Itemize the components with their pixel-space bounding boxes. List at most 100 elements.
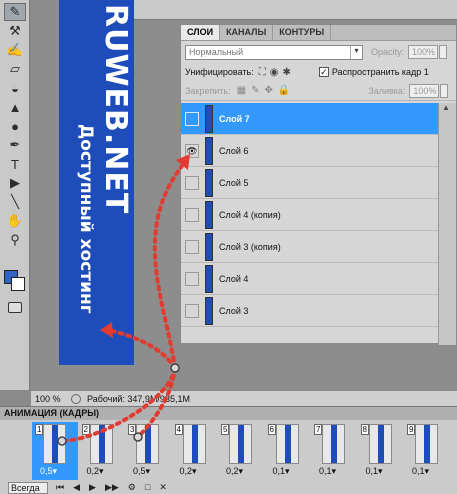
eye-icon[interactable] — [185, 175, 199, 190]
play-icon[interactable]: ▶ — [89, 482, 96, 493]
eye-icon[interactable] — [185, 239, 199, 254]
frame-thumbnail-banner — [331, 425, 337, 463]
frame-delay-select[interactable]: 0,1▾ — [366, 466, 383, 477]
lock-all-icon[interactable]: 🔒 — [278, 85, 290, 96]
prev-frame-icon[interactable]: ◀ — [73, 482, 80, 493]
tab-layers[interactable]: СЛОИ — [181, 25, 221, 40]
frame-number: 1 — [35, 424, 44, 435]
frame-delay-select[interactable]: 0,2▾ — [226, 466, 243, 477]
frame-thumbnail — [275, 424, 299, 464]
frame-delay-select[interactable]: 0,2▾ — [87, 466, 104, 477]
new-frame-icon[interactable]: □ — [145, 482, 150, 493]
layer-thumbnail — [205, 232, 213, 261]
quick-mask-icon[interactable] — [8, 302, 22, 313]
animation-frame[interactable]: 1 0,5▾ — [32, 422, 78, 480]
lock-position-icon[interactable]: ✥ — [264, 85, 272, 96]
status-info: Рабочий: 347,9M/935,1M — [87, 393, 190, 404]
layer-row[interactable]: Слой 3 (копия) — [181, 231, 438, 263]
animation-frame[interactable]: 6 0,1▾ — [265, 422, 311, 480]
eye-icon[interactable] — [185, 271, 199, 286]
tween-icon[interactable]: ⚙ — [128, 482, 136, 493]
frame-thumbnail — [415, 424, 438, 464]
animation-frame[interactable]: 3 0,5▾ — [125, 422, 171, 480]
fill-arrow-icon[interactable] — [440, 83, 449, 98]
frame-thumbnail-banner — [377, 425, 384, 463]
stamp-icon[interactable]: ⚒ — [4, 22, 26, 40]
lock-row: Закрепить: ▦ ✎ ✥ 🔒 Заливка: 100% — [181, 81, 456, 101]
animation-frame[interactable]: 9 0,1▾ — [404, 422, 450, 480]
frame-number: 3 — [128, 424, 137, 435]
frame-number: 5 — [221, 424, 230, 435]
delete-frame-icon[interactable]: ✕ — [159, 482, 167, 493]
eye-icon[interactable]: 👁 — [185, 143, 199, 158]
eye-icon[interactable] — [185, 111, 199, 126]
zoom-icon[interactable]: ⚲ — [4, 231, 26, 249]
first-frame-icon[interactable]: ⏮ — [56, 482, 64, 493]
animation-controls: Всегда ⏮ ◀ ▶ ▶▶ ⚙ □ ✕ — [0, 480, 457, 494]
fill-label: Заливка: — [368, 85, 406, 96]
frame-number: 7 — [314, 424, 323, 435]
layers-tabs: СЛОИ КАНАЛЫ КОНТУРЫ — [181, 25, 456, 41]
layer-row[interactable]: Слой 5 — [181, 167, 438, 199]
line-icon[interactable]: ╲ — [4, 193, 26, 211]
blend-mode-select[interactable]: Нормальный ▾ — [185, 44, 363, 60]
propagate-checkbox[interactable]: ✓ — [318, 67, 329, 77]
layer-row[interactable]: Слой 4 (копия) — [181, 199, 438, 231]
lock-transparency-icon[interactable]: ▦ — [237, 85, 246, 96]
layer-thumbnail — [205, 200, 213, 229]
background-color-swatch[interactable] — [11, 277, 25, 291]
eraser-icon[interactable]: ▱ — [4, 60, 26, 78]
animation-frame[interactable]: 7 0,1▾ — [311, 422, 357, 480]
animation-frame[interactable]: 2 0,2▾ — [79, 422, 125, 480]
frame-thumbnail-banner — [238, 425, 244, 463]
animation-frame[interactable]: 4 0,2▾ — [172, 422, 218, 480]
tab-paths[interactable]: КОНТУРЫ — [273, 25, 332, 40]
status-menu-icon[interactable] — [71, 393, 81, 404]
fill-field[interactable]: 100% — [409, 83, 440, 98]
layer-row[interactable]: Слой 4 — [181, 263, 438, 295]
unify-style-icon[interactable]: ✱ — [282, 67, 290, 78]
tab-channels[interactable]: КАНАЛЫ — [220, 25, 274, 40]
layers-scrollbar[interactable]: ▲ — [438, 103, 456, 345]
eye-icon[interactable] — [185, 303, 199, 318]
eye-icon[interactable] — [185, 207, 199, 222]
animation-frame[interactable]: 8 0,1▾ — [358, 422, 404, 480]
frame-delay-select[interactable]: 0,5▾ — [40, 466, 57, 477]
history-brush-icon[interactable]: ✍ — [4, 41, 26, 59]
frame-delay-select[interactable]: 0,1▾ — [319, 466, 336, 477]
layer-name: Слой 7 — [219, 113, 250, 124]
layer-row[interactable]: Слой 3 — [181, 295, 438, 327]
next-frame-icon[interactable]: ▶▶ — [105, 482, 119, 493]
lock-pixels-icon[interactable]: ✎ — [251, 85, 259, 96]
scroll-up-icon[interactable]: ▲ — [442, 103, 450, 112]
type-icon[interactable]: T — [4, 155, 26, 173]
layer-name: Слой 3 — [219, 305, 249, 316]
lock-label: Закрепить: — [185, 85, 231, 96]
opacity-field[interactable]: 100% — [408, 45, 439, 59]
frame-thumbnail — [368, 424, 392, 464]
layer-row[interactable]: 👁 Слой 6 — [181, 135, 438, 167]
paint-bucket-icon[interactable]: ◒ — [4, 79, 26, 97]
zoom-level[interactable]: 100 % — [35, 394, 71, 404]
blur-icon[interactable]: ▲ — [4, 98, 26, 116]
frame-delay-select[interactable]: 0,2▾ — [180, 466, 197, 477]
path-select-icon[interactable]: ▶ — [4, 174, 26, 192]
animation-frame[interactable]: 5 0,2▾ — [218, 422, 264, 480]
opacity-arrow-icon[interactable] — [439, 45, 448, 59]
pen-icon[interactable]: ✒ — [4, 136, 26, 154]
layer-name: Слой 4 — [219, 273, 249, 284]
frame-delay-select[interactable]: 0,5▾ — [133, 466, 150, 477]
frame-delay-select[interactable]: 0,1▾ — [273, 466, 290, 477]
brush-icon[interactable]: ✎ — [4, 3, 26, 21]
dodge-icon[interactable]: ● — [4, 117, 26, 135]
layer-name: Слой 6 — [219, 145, 249, 156]
unify-position-icon[interactable]: ⛶ — [259, 67, 266, 78]
frame-thumbnail-banner — [284, 425, 291, 463]
loop-select[interactable]: Всегда — [8, 481, 48, 494]
hand-icon[interactable]: ✋ — [4, 212, 26, 230]
layer-row[interactable]: Слой 7 — [181, 103, 438, 135]
frame-delay-select[interactable]: 0,1▾ — [412, 466, 429, 477]
unify-visibility-icon[interactable]: ◉ — [270, 67, 279, 78]
frame-thumbnail-banner — [191, 425, 198, 463]
layer-list: Слой 7 👁 Слой 6 Слой 5 Слой 4 (копия) Слой 3 … — [181, 103, 440, 343]
